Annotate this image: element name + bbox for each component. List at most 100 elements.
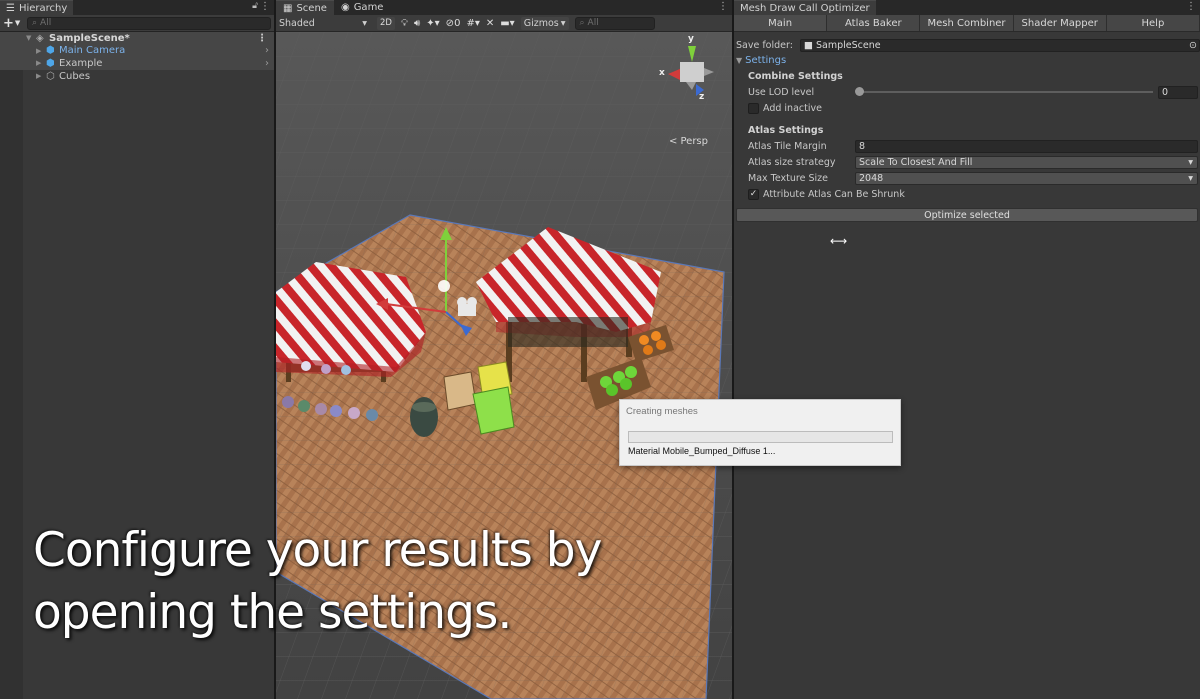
chevron-right-icon[interactable]: › [265, 45, 269, 56]
settings-foldout[interactable]: ▼ Settings [736, 55, 786, 66]
optimizer-title: Mesh Draw Call Optimizer [740, 2, 870, 14]
panel-menu-icon[interactable]: ⋮ [260, 1, 270, 12]
save-folder-value: SampleScene [815, 39, 881, 51]
lock-icon[interactable]: 🔓︎ [252, 1, 258, 11]
hierarchy-item-label: Main Camera [59, 45, 126, 57]
size-strategy-dropdown[interactable]: Scale To Closest And Fill ▾ [855, 155, 1198, 169]
camera-icon[interactable]: ▬▾ [500, 18, 514, 29]
tab-label: Main [768, 17, 793, 29]
tab-label: Atlas Baker [845, 17, 902, 29]
tab-scene-label: Scene [296, 2, 327, 14]
foldout-arrow-icon: ▼ [736, 56, 743, 65]
expand-arrow-icon[interactable]: ▼ [26, 34, 36, 42]
hierarchy-item-label: Cubes [59, 70, 91, 82]
progress-dialog: Creating meshes Material Mobile_Bumped_D… [619, 399, 901, 466]
add-inactive-row: Add inactive [734, 101, 1200, 115]
dropdown-arrow-icon: ▾ [1188, 156, 1193, 168]
chevron-right-icon[interactable]: › [265, 58, 269, 69]
tab-help[interactable]: Help [1106, 15, 1200, 31]
tab-mesh-combiner[interactable]: Mesh Combiner [920, 15, 1014, 31]
search-icon: ⌕ [32, 18, 38, 28]
max-texture-dropdown[interactable]: 2048 ▾ [855, 171, 1198, 185]
barrel [410, 397, 438, 437]
hierarchy-tabbar: ☰ Hierarchy 🔓︎ ⋮ [0, 0, 274, 15]
tab-scene[interactable]: ▦ Scene [276, 0, 334, 15]
dropdown-arrow-icon: ▼ [14, 19, 21, 27]
scene-label: SampleScene* [49, 32, 130, 44]
checkmark-icon[interactable]: ✓ [748, 188, 759, 200]
collapsed-arrow-icon[interactable]: ▶ [36, 72, 46, 80]
scene-search-input[interactable]: ⌕ All [574, 16, 655, 30]
tab-mesh-draw-call-optimizer[interactable]: Mesh Draw Call Optimizer [734, 0, 876, 15]
persp-label[interactable]: < Persp [669, 136, 708, 147]
tile-margin-field[interactable]: 8 [855, 139, 1198, 153]
effects-icon[interactable]: ✦▾ [426, 18, 439, 29]
tab-hierarchy[interactable]: ☰ Hierarchy [0, 0, 74, 15]
hierarchy-search-input[interactable]: ⌕ All [27, 16, 271, 30]
save-folder-label: Save folder: [736, 39, 793, 51]
grid-icon[interactable]: #▾ [466, 18, 479, 29]
search-icon: ⌕ [579, 18, 585, 28]
hierarchy-item-main-camera[interactable]: ▶ ⬢ Main Camera › [0, 44, 274, 58]
tab-hierarchy-label: Hierarchy [18, 2, 68, 14]
shrink-toggle[interactable]: ✓ Attribute Atlas Can Be Shrunk [748, 188, 905, 200]
shrink-label: Attribute Atlas Can Be Shrunk [763, 188, 905, 200]
hierarchy-item-example[interactable]: ▶ ⬢ Example › [0, 57, 274, 70]
lod-slider-track[interactable] [858, 91, 1153, 93]
gamepad-icon: ◉ [340, 2, 350, 13]
audio-icon[interactable]: 🔊︎ [414, 18, 420, 29]
lightbulb-icon[interactable]: 💡︎ [401, 18, 408, 29]
hierarchy-toolbar: + ▼ ⌕ All [0, 15, 274, 32]
shading-mode-label: Shaded [279, 17, 315, 29]
scene-row[interactable]: ▼ ◈ SampleScene* ⋮ [0, 32, 274, 45]
list-icon: ☰ [6, 2, 15, 14]
collapsed-arrow-icon[interactable]: ▶ [36, 47, 46, 55]
tab-game-label: Game [353, 2, 384, 13]
shrink-row: ✓ Attribute Atlas Can Be Shrunk [734, 187, 1200, 201]
optimizer-tabs: Main Atlas Baker Mesh Combiner Shader Ma… [734, 15, 1200, 32]
progress-info: Material Mobile_Bumped_Diffuse 1... [628, 446, 776, 456]
create-button[interactable]: + ▼ [3, 16, 23, 31]
object-picker-icon[interactable]: ⊙ [1189, 40, 1197, 51]
save-folder-field[interactable]: ■ SampleScene ⊙ [800, 38, 1200, 52]
panel-menu-icon[interactable]: ⋮ [718, 1, 728, 12]
dropdown-arrow-icon: ▾ [560, 17, 566, 29]
tab-atlas-baker[interactable]: Atlas Baker [827, 15, 921, 31]
collapsed-arrow-icon[interactable]: ▶ [36, 59, 46, 67]
toggle-2d-label: 2D [380, 18, 392, 28]
combine-settings-title: Combine Settings [748, 71, 843, 82]
use-lod-label: Use LOD level [748, 86, 815, 98]
gizmos-dropdown[interactable]: Gizmos ▾ [520, 16, 569, 30]
plus-icon: + [3, 15, 14, 31]
hierarchy-item-cubes[interactable]: ▶ ⬡ Cubes [0, 70, 274, 83]
toggle-2d-button[interactable]: 2D [377, 16, 395, 30]
tab-shader-mapper[interactable]: Shader Mapper [1013, 15, 1107, 31]
add-inactive-checkbox[interactable] [748, 102, 759, 114]
tools-icon[interactable]: ✕ [486, 18, 494, 29]
add-inactive-label: Add inactive [763, 102, 822, 114]
hierarchy-item-label: Example [59, 57, 103, 69]
tab-label: Shader Mapper [1021, 17, 1098, 29]
max-texture-value: 2048 [859, 172, 884, 184]
progress-title: Creating meshes [626, 406, 698, 417]
shading-mode-dropdown[interactable]: Shaded ▾ [279, 17, 371, 30]
optimize-selected-label: Optimize selected [924, 209, 1010, 221]
dropdown-arrow-icon: ▾ [1188, 172, 1193, 184]
scene-menu-icon[interactable]: ⋮ [257, 33, 267, 44]
lod-value-field[interactable]: 0 [1158, 85, 1198, 99]
hidden-objects-icon[interactable]: ⊘0 [446, 18, 461, 29]
lod-value: 0 [1162, 86, 1169, 98]
max-texture-row: Max Texture Size 2048 ▾ [734, 171, 1200, 185]
tab-main[interactable]: Main [734, 15, 828, 31]
folder-icon: ■ [804, 39, 813, 51]
settings-foldout-label: Settings [745, 55, 787, 66]
search-placeholder: All [40, 18, 52, 28]
scene-tabbar: ▦ Scene ◉ Game ⋮ [276, 0, 732, 15]
panel-menu-icon[interactable]: ⋮ [1186, 1, 1196, 12]
optimize-selected-button[interactable]: Optimize selected [736, 208, 1198, 222]
hidden-count: 0 [454, 17, 461, 29]
tab-game[interactable]: ◉ Game [334, 0, 391, 15]
add-inactive-toggle[interactable]: Add inactive [748, 102, 822, 114]
use-lod-row: Use LOD level 0 [734, 85, 1200, 99]
lod-slider-thumb[interactable] [855, 87, 864, 96]
